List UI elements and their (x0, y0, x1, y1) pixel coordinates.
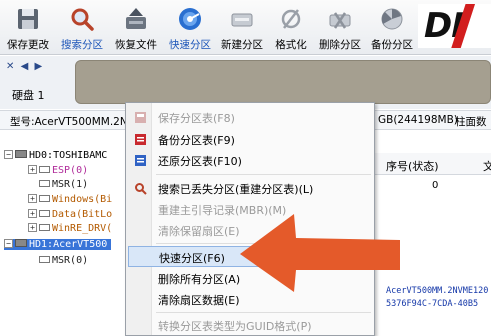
table-header: 序号(状态) 文 (372, 153, 491, 175)
partition-icon (39, 166, 50, 173)
partition-icon (39, 180, 50, 187)
collapse-toggle-icon[interactable]: − (4, 239, 13, 248)
column-header-file[interactable]: 文 (483, 158, 491, 174)
search-partition-label: 搜索分区 (61, 39, 103, 51)
collapse-toggle-icon[interactable]: − (4, 150, 13, 159)
new-partition-label: 新建分区 (221, 39, 263, 51)
menu-item-backup-partition-table[interactable]: 备份分区表(F9) (128, 129, 374, 150)
tree-disk-hd1[interactable]: − HD1:AcerVT500 (4, 239, 112, 250)
expand-toggle-icon[interactable]: + (28, 223, 37, 232)
partition-icon (39, 195, 50, 202)
backup-partition-button[interactable]: 备份分区 (366, 4, 418, 52)
search-icon (135, 183, 147, 195)
collapse-icon[interactable]: ✕ (6, 61, 14, 72)
tree-partition-esp[interactable]: + ESP(0) (28, 165, 88, 176)
partition-icon (39, 256, 50, 263)
expand-toggle-icon[interactable]: + (28, 165, 37, 174)
menu-item-restore-partition-table[interactable]: 还原分区表(F10) (128, 150, 374, 171)
table-cell-index: 0 (432, 180, 439, 191)
menu-item-convert-to-guid[interactable]: 转换分区表类型为GUID格式(P) (128, 315, 374, 336)
backup-partition-icon (381, 8, 403, 30)
disk-label: 硬盘 1 (12, 89, 45, 102)
expand-toggle-icon[interactable]: + (28, 209, 37, 218)
toolbar: 保存更改 搜索分区 恢复文件 快速分区 新建分区 格式化 删除分区 备份分区 D… (0, 0, 491, 55)
menu-item-search-lost-partitions[interactable]: 搜索已丢失分区(重建分区表)(L) (128, 178, 374, 199)
next-disk-icon[interactable]: ▶ (34, 61, 42, 72)
expand-toggle-icon[interactable]: + (28, 194, 37, 203)
app-logo: DI (418, 4, 491, 48)
restore-file-button[interactable]: 恢复文件 (110, 4, 162, 52)
quick-partition-label: 快速分区 (169, 39, 211, 51)
menu-separator (156, 312, 371, 313)
tree-partition-msr0[interactable]: +MSR(0) (28, 255, 88, 266)
tree-partition-winre[interactable]: + WinRE_DRV( (28, 223, 112, 234)
menu-item-save-partition-table[interactable]: 保存分区表(F8) (128, 107, 374, 128)
backup-partition-label: 备份分区 (371, 39, 413, 51)
tree-partition-msr[interactable]: +MSR(1) (28, 179, 88, 190)
quick-partition-button[interactable]: 快速分区 (164, 4, 216, 52)
save-table-icon (135, 112, 146, 123)
menu-item-clear-sector-data[interactable]: 清除扇区数据(E) (128, 289, 374, 310)
restore-file-label: 恢复文件 (115, 39, 157, 51)
new-partition-icon (231, 13, 253, 27)
delete-partition-label: 删除分区 (319, 39, 361, 51)
column-header-index[interactable]: 序号(状态) (386, 158, 439, 174)
delete-partition-icon (329, 12, 351, 29)
tree-disk-hd0[interactable]: − HD0:TOSHIBAMC (4, 150, 107, 161)
format-button[interactable]: 格式化 (268, 4, 314, 52)
restore-table-icon (135, 155, 146, 166)
disk-tree: −HD0:TOSHIBAMC +ESP(0) +MSR(1) +Windows(… (0, 143, 130, 336)
annotation-arrow-icon (240, 214, 400, 292)
disk-icon (15, 239, 27, 247)
prev-disk-icon[interactable]: ◀ (21, 61, 29, 72)
tree-partition-data[interactable]: + Data(BitLo (28, 209, 112, 220)
format-icon (281, 9, 301, 29)
disk-nav: ✕ ◀ ▶ (6, 61, 45, 72)
disk-bar[interactable] (75, 60, 491, 104)
format-label: 格式化 (275, 39, 307, 51)
backup-table-icon (135, 134, 146, 145)
search-icon (71, 8, 94, 31)
save-changes-button[interactable]: 保存更改 (2, 4, 54, 52)
restore-file-icon (126, 8, 146, 29)
new-partition-button[interactable]: 新建分区 (216, 4, 268, 52)
detail-line-guid: 5376F94C-7CDA-40B5 (386, 299, 479, 309)
partition-icon (39, 224, 50, 231)
quick-partition-icon (179, 8, 201, 30)
save-changes-label: 保存更改 (7, 39, 49, 51)
disk-icon (15, 150, 27, 158)
save-icon (18, 9, 38, 29)
tree-partition-windows[interactable]: + Windows(Bi (28, 194, 112, 205)
disk-capacity: GB(244198MB) (378, 114, 458, 126)
delete-partition-button[interactable]: 删除分区 (314, 4, 366, 52)
disk-model: 型号:AcerVT500MM.2NVM (10, 116, 144, 128)
search-partition-button[interactable]: 搜索分区 (56, 4, 108, 52)
menu-separator (156, 174, 371, 175)
disk-cylinders: 柱面数 (455, 116, 487, 128)
partition-icon (39, 210, 50, 217)
